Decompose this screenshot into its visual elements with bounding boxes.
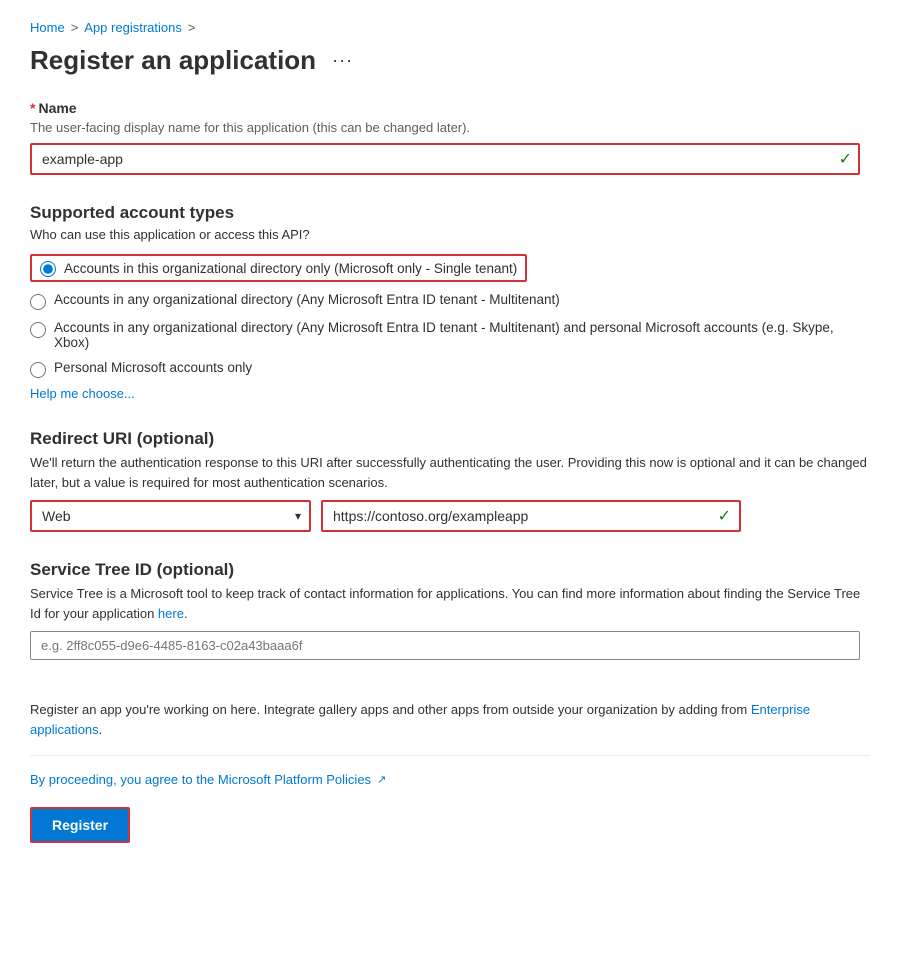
divider — [30, 755, 870, 756]
external-link-icon: ↗ — [377, 773, 386, 786]
breadcrumb-home[interactable]: Home — [30, 20, 65, 35]
radio-input-4[interactable] — [30, 362, 46, 378]
name-check-icon: ✓ — [839, 149, 852, 169]
bottom-note: Register an app you're working on here. … — [30, 700, 870, 739]
policy-link[interactable]: By proceeding, you agree to the Microsof… — [30, 772, 371, 787]
radio-option-4[interactable]: Personal Microsoft accounts only — [30, 360, 870, 378]
account-types-subtitle: Who can use this application or access t… — [30, 227, 870, 242]
radio-label-3: Accounts in any organizational directory… — [54, 320, 870, 350]
name-description: The user-facing display name for this ap… — [30, 120, 870, 135]
name-input[interactable] — [30, 143, 860, 175]
uri-check-icon: ✓ — [718, 506, 731, 526]
breadcrumb: Home > App registrations > — [30, 20, 870, 35]
redirect-uri-input[interactable] — [323, 502, 739, 530]
help-me-choose-link[interactable]: Help me choose... — [30, 386, 135, 401]
radio-option-3[interactable]: Accounts in any organizational directory… — [30, 320, 870, 350]
register-button[interactable]: Register — [30, 807, 130, 843]
name-label: *Name — [30, 100, 870, 116]
redirect-uri-section: Redirect URI (optional) We'll return the… — [30, 429, 870, 532]
service-tree-here-link[interactable]: here — [158, 606, 184, 621]
breadcrumb-separator-1: > — [71, 20, 79, 35]
service-tree-title: Service Tree ID (optional) — [30, 560, 870, 580]
page-title-row: Register an application ··· — [30, 45, 870, 76]
radio-label-1: Accounts in this organizational director… — [64, 261, 517, 276]
radio-label-2: Accounts in any organizational directory… — [54, 292, 560, 307]
redirect-uri-description: We'll return the authentication response… — [30, 453, 870, 492]
policy-row: By proceeding, you agree to the Microsof… — [30, 772, 870, 787]
redirect-type-select[interactable]: Web SPA Public client/native (mobile & d… — [32, 502, 309, 530]
radio-input-3[interactable] — [30, 322, 46, 338]
redirect-uri-title: Redirect URI (optional) — [30, 429, 870, 449]
required-star: * — [30, 100, 35, 116]
radio-label-4: Personal Microsoft accounts only — [54, 360, 252, 375]
breadcrumb-app-registrations[interactable]: App registrations — [84, 20, 182, 35]
radio-input-2[interactable] — [30, 294, 46, 310]
ellipsis-button[interactable]: ··· — [326, 48, 359, 73]
redirect-uri-input-wrapper: ✓ — [321, 500, 741, 532]
name-section: *Name The user-facing display name for t… — [30, 100, 870, 175]
radio-input-1[interactable] — [40, 261, 56, 277]
redirect-uri-row: Web SPA Public client/native (mobile & d… — [30, 500, 870, 532]
account-types-title: Supported account types — [30, 203, 870, 223]
breadcrumb-separator-2: > — [188, 20, 196, 35]
radio-option-1[interactable]: Accounts in this organizational director… — [30, 254, 870, 282]
name-input-wrapper: ✓ — [30, 143, 860, 175]
redirect-type-select-wrapper: Web SPA Public client/native (mobile & d… — [30, 500, 311, 532]
service-tree-description: Service Tree is a Microsoft tool to keep… — [30, 584, 870, 623]
service-tree-section: Service Tree ID (optional) Service Tree … — [30, 560, 870, 672]
page-title: Register an application — [30, 45, 316, 76]
radio-option-2[interactable]: Accounts in any organizational directory… — [30, 292, 870, 310]
service-tree-input[interactable] — [30, 631, 860, 660]
account-types-section: Supported account types Who can use this… — [30, 203, 870, 401]
account-types-radio-group: Accounts in this organizational director… — [30, 254, 870, 378]
